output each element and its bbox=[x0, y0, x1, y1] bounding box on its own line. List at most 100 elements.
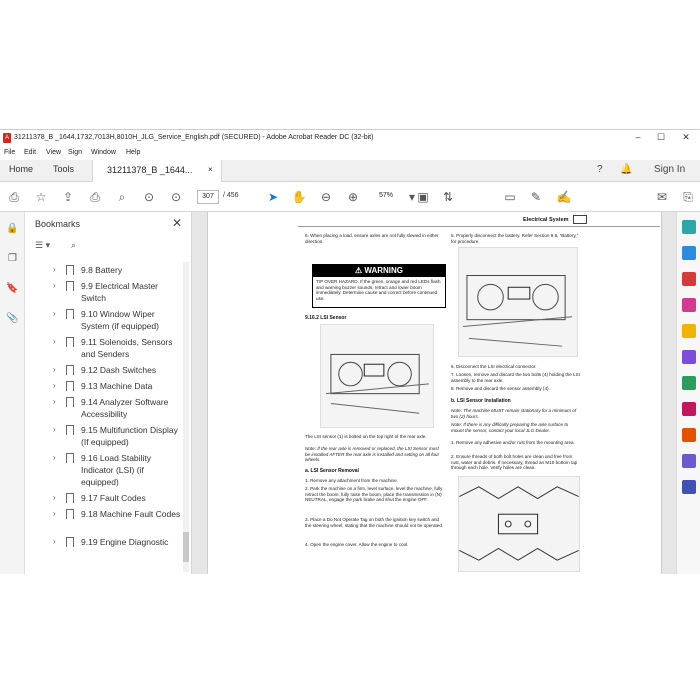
tab-close-icon[interactable]: × bbox=[208, 165, 213, 174]
bookmark-item-label: 9.12 Dash Switches bbox=[81, 365, 157, 375]
expand-chevron-icon[interactable]: › bbox=[53, 424, 56, 436]
combine-files-icon[interactable] bbox=[682, 350, 696, 364]
bookmark-item[interactable]: › 9.11 Solenoids, Sensors and Senders bbox=[25, 336, 185, 360]
previous-page-icon[interactable]: ⊙ bbox=[141, 189, 157, 205]
bookmark-item-label: 9.16 Load Stability Indicator (LSI) (if … bbox=[81, 453, 151, 487]
organize-pages-icon[interactable] bbox=[682, 376, 696, 390]
close-window-button[interactable]: ✕ bbox=[679, 132, 693, 143]
expand-chevron-icon[interactable]: › bbox=[53, 492, 56, 504]
close-bookmarks-button[interactable]: ✕ bbox=[172, 216, 182, 230]
bookmark-item-label: 9.10 Window Wiper System (if equipped) bbox=[81, 309, 159, 331]
bookmarks-icon[interactable]: 🔖 bbox=[6, 282, 19, 295]
page-thumbnails-icon[interactable]: ❐ bbox=[6, 252, 19, 265]
more-tools-icon[interactable] bbox=[682, 480, 696, 494]
comment-tool-icon[interactable] bbox=[682, 324, 696, 338]
expand-chevron-icon[interactable]: › bbox=[53, 396, 56, 408]
tab-bar: Home Tools 31211378_B _1644... × ? 🔔 Sig… bbox=[0, 160, 700, 182]
bookmark-item[interactable]: › 9.12 Dash Switches bbox=[25, 364, 185, 376]
maximize-button[interactable]: ☐ bbox=[654, 132, 668, 143]
bookmark-ribbon-icon bbox=[66, 365, 74, 375]
sign-icon[interactable]: ✍ bbox=[556, 189, 572, 205]
highlight-pen-icon[interactable]: ✎ bbox=[528, 189, 544, 205]
fit-page-icon[interactable]: ▣ bbox=[415, 189, 431, 205]
header-rule bbox=[298, 226, 660, 227]
bookmark-item-label: 9.19 Engine Diagnostic bbox=[81, 537, 169, 547]
menu-window[interactable]: Window bbox=[91, 149, 116, 156]
bookmark-item[interactable]: › 9.13 Machine Data bbox=[25, 380, 185, 392]
export-pdf-icon[interactable] bbox=[682, 246, 696, 260]
bookmark-item[interactable]: › 9.17 Fault Codes bbox=[25, 492, 185, 504]
edit-pdf-icon[interactable] bbox=[682, 298, 696, 312]
zoom-out-icon[interactable]: ⊖ bbox=[318, 189, 334, 205]
next-page-icon[interactable]: ⊙ bbox=[168, 189, 184, 205]
create-pdf-tool-icon[interactable] bbox=[682, 272, 696, 286]
menu-edit[interactable]: Edit bbox=[24, 149, 36, 156]
bookmark-ribbon-icon bbox=[66, 309, 74, 319]
bookmarks-title: Bookmarks bbox=[35, 219, 81, 229]
bookmark-ribbon-icon bbox=[66, 397, 74, 407]
expand-chevron-icon[interactable]: › bbox=[53, 380, 56, 392]
bookmark-item[interactable]: › 9.8 Battery bbox=[25, 264, 185, 276]
right-step-8: 8. Remove and discard the sensor assembl… bbox=[451, 386, 550, 391]
hand-tool-icon[interactable]: ✋ bbox=[291, 189, 307, 205]
sign-in-button[interactable]: Sign In bbox=[654, 164, 685, 175]
bookmark-item[interactable]: › 9.10 Window Wiper System (if equipped) bbox=[25, 308, 185, 332]
axle-drawing-left bbox=[325, 353, 430, 414]
expand-chevron-icon[interactable]: › bbox=[53, 264, 56, 276]
bookmark-item[interactable]: › 9.16 Load Stability Indicator (LSI) (if… bbox=[25, 452, 185, 488]
zoom-in-icon[interactable]: ⊕ bbox=[345, 189, 361, 205]
expand-chevron-icon[interactable]: › bbox=[53, 336, 56, 348]
tab-home[interactable]: Home bbox=[9, 164, 33, 174]
upload-icon[interactable]: ⇪ bbox=[60, 189, 76, 205]
bookmarks-scroll-thumb[interactable] bbox=[183, 532, 189, 562]
comment-icon[interactable]: ▭ bbox=[502, 189, 518, 205]
menu-file[interactable]: File bbox=[4, 149, 15, 156]
find-bookmark-icon[interactable]: ⌕ bbox=[71, 240, 76, 251]
menu-help[interactable]: Help bbox=[126, 149, 140, 156]
menu-bar: File Edit View Sign Window Help bbox=[0, 147, 700, 160]
attachments-icon[interactable]: 📎 bbox=[6, 312, 19, 325]
email-icon[interactable]: ✉ bbox=[654, 189, 670, 205]
menu-sign[interactable]: Sign bbox=[68, 149, 82, 156]
search-tool-icon[interactable] bbox=[682, 220, 696, 234]
removal-step-2: 2. Park the machine on a firm, level sur… bbox=[305, 486, 443, 503]
bookmark-item[interactable]: › 9.9 Electrical Master Switch bbox=[25, 280, 185, 304]
select-cursor-icon[interactable]: ➤ bbox=[265, 189, 281, 205]
bookmarks-scrollbar[interactable] bbox=[183, 262, 189, 572]
zoom-search-icon[interactable]: ⌕ bbox=[114, 189, 130, 205]
menu-view[interactable]: View bbox=[46, 149, 61, 156]
expand-chevron-icon[interactable]: › bbox=[53, 452, 56, 464]
bolt-holes-drawing bbox=[459, 486, 579, 561]
expand-chevron-icon[interactable]: › bbox=[53, 508, 56, 520]
removal-step-1: 1. Remove any attachment from the machin… bbox=[305, 478, 398, 483]
warning-text: TIP OVER HAZARD. If the green, orange an… bbox=[316, 279, 441, 301]
bookmark-star-icon[interactable]: ☆ bbox=[33, 189, 49, 205]
zoom-level-select[interactable]: 57% bbox=[372, 190, 400, 204]
acrobat-window: A 31211378_B _1644,1732,7013H,8010H_JLG_… bbox=[0, 129, 700, 574]
expand-chevron-icon[interactable]: › bbox=[53, 280, 56, 292]
create-pdf-icon[interactable]: ⎙ bbox=[6, 189, 22, 205]
bookmark-item[interactable]: › 9.14 Analyzer Software Accessibility bbox=[25, 396, 185, 420]
bookmark-options-icon[interactable]: ☰ ▾ bbox=[35, 240, 50, 251]
notifications-icon[interactable]: 🔔 bbox=[620, 164, 632, 175]
share-icon[interactable]: ⎘ bbox=[680, 189, 696, 205]
lock-icon[interactable]: 🔒 bbox=[6, 222, 19, 235]
send-for-signature-icon[interactable] bbox=[682, 454, 696, 468]
expand-chevron-icon[interactable]: › bbox=[53, 364, 56, 376]
fill-sign-icon[interactable] bbox=[682, 402, 696, 416]
page-number-input[interactable]: 307 bbox=[197, 190, 219, 204]
document-viewer[interactable]: Electrical System 6. When placing a load… bbox=[192, 212, 676, 574]
bookmark-item[interactable]: › 9.19 Engine Diagnostic bbox=[25, 536, 185, 548]
removal-heading: a. LSI Sensor Removal bbox=[305, 468, 359, 474]
bookmark-item[interactable]: › 9.15 Multifunction Display (If equipped… bbox=[25, 424, 185, 448]
protect-icon[interactable] bbox=[682, 428, 696, 442]
minimize-button[interactable]: – bbox=[631, 132, 645, 142]
tab-tools[interactable]: Tools bbox=[53, 164, 74, 174]
bookmark-item[interactable]: › 9.18 Machine Fault Codes bbox=[25, 508, 185, 532]
expand-chevron-icon[interactable]: › bbox=[53, 308, 56, 320]
expand-chevron-icon[interactable]: › bbox=[53, 536, 56, 548]
print-icon[interactable]: ⎙ bbox=[87, 189, 103, 205]
tab-document[interactable]: 31211378_B _1644... × bbox=[92, 160, 222, 182]
scroll-mode-icon[interactable]: ⇅ bbox=[440, 189, 456, 205]
help-icon[interactable]: ? bbox=[597, 164, 603, 175]
